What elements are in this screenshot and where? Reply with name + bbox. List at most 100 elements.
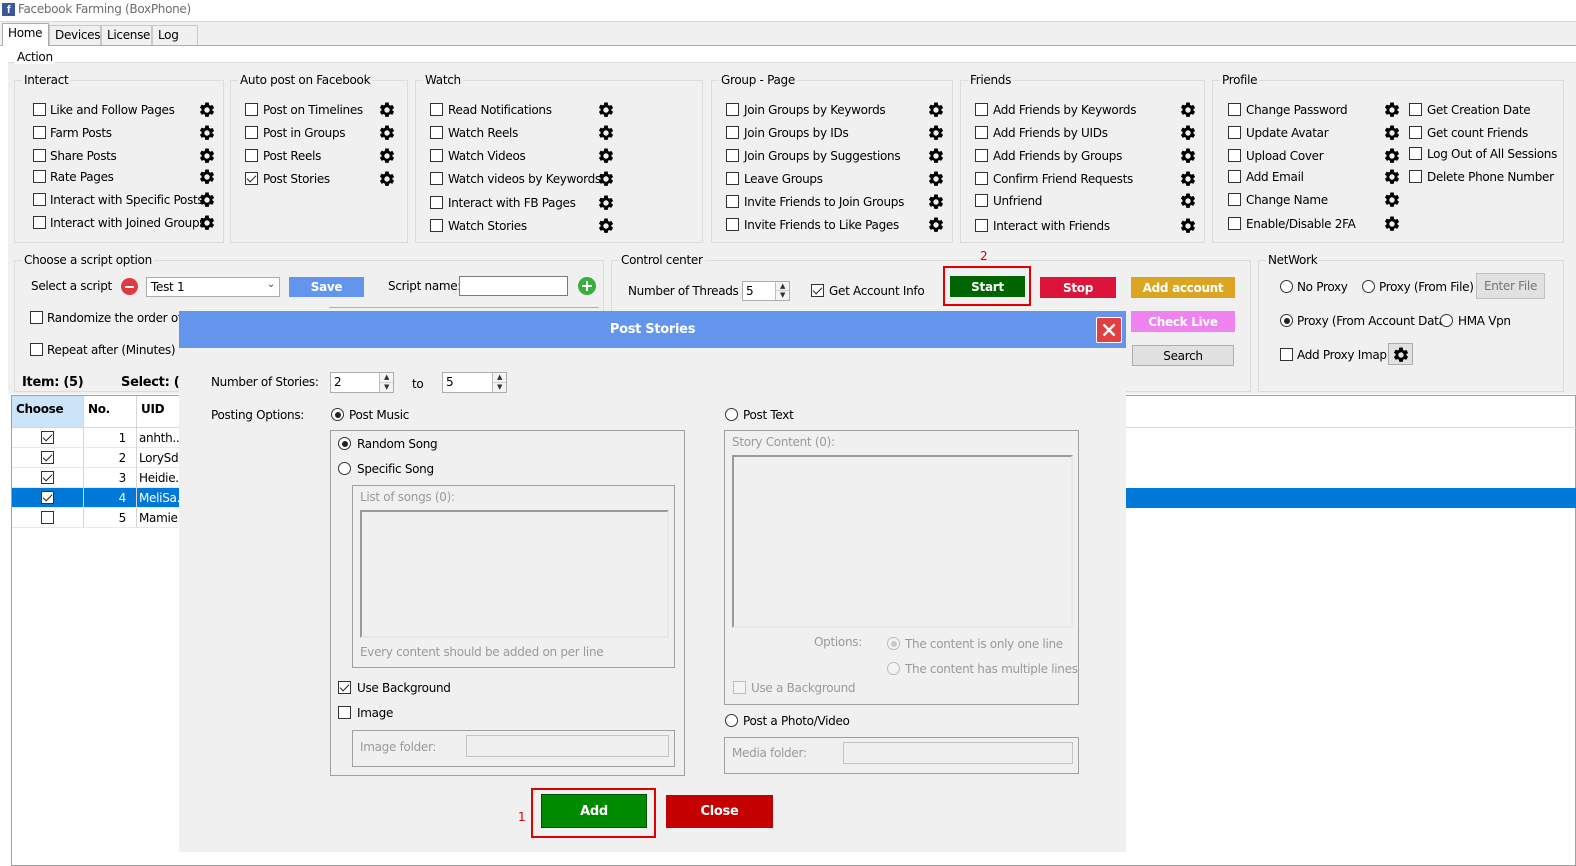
enter-file-button[interactable]: Enter File bbox=[1476, 273, 1545, 299]
profile-left-checkbox-3[interactable] bbox=[1228, 149, 1241, 162]
gear-icon[interactable] bbox=[378, 170, 396, 188]
interact-checkbox-2[interactable] bbox=[33, 126, 46, 139]
script-select[interactable]: Test 1 ⌄ bbox=[146, 277, 280, 297]
script-name-input[interactable] bbox=[459, 276, 568, 296]
group-page-checkbox-4[interactable] bbox=[726, 172, 739, 185]
autopost-checkbox-4[interactable] bbox=[245, 172, 258, 185]
gear-icon[interactable] bbox=[597, 170, 615, 188]
gear-icon[interactable] bbox=[597, 124, 615, 142]
hma-vpn-radio[interactable] bbox=[1440, 314, 1453, 327]
gear-icon[interactable] bbox=[1383, 124, 1401, 142]
profile-left-checkbox-6[interactable] bbox=[1228, 217, 1241, 230]
gear-icon[interactable] bbox=[1383, 215, 1401, 233]
gear-icon[interactable] bbox=[927, 147, 945, 165]
gear-icon[interactable] bbox=[597, 147, 615, 165]
gear-icon[interactable] bbox=[378, 147, 396, 165]
tab-license[interactable]: License bbox=[101, 25, 152, 45]
one-line-radio[interactable] bbox=[887, 637, 900, 650]
media-folder-input[interactable] bbox=[843, 742, 1073, 764]
group-page-checkbox-1[interactable] bbox=[726, 103, 739, 116]
profile-right-checkbox-3[interactable] bbox=[1409, 147, 1422, 160]
post-photo-radio[interactable] bbox=[725, 714, 738, 727]
friends-checkbox-3[interactable] bbox=[975, 149, 988, 162]
autopost-checkbox-1[interactable] bbox=[245, 103, 258, 116]
add-proxy-checkbox[interactable] bbox=[1280, 348, 1293, 361]
group-page-checkbox-2[interactable] bbox=[726, 126, 739, 139]
post-music-radio[interactable] bbox=[331, 408, 344, 421]
friends-checkbox-2[interactable] bbox=[975, 126, 988, 139]
row-checkbox[interactable] bbox=[41, 431, 54, 444]
gear-icon[interactable] bbox=[1179, 124, 1197, 142]
interact-checkbox-3[interactable] bbox=[33, 149, 46, 162]
row-checkbox[interactable] bbox=[41, 511, 54, 524]
autopost-checkbox-2[interactable] bbox=[245, 126, 258, 139]
random-song-radio[interactable] bbox=[338, 437, 351, 450]
choose-cell[interactable] bbox=[12, 448, 84, 468]
proxy-file-radio[interactable] bbox=[1362, 280, 1375, 293]
gear-icon[interactable] bbox=[378, 124, 396, 142]
story-content-textarea[interactable] bbox=[732, 455, 1073, 628]
gear-icon[interactable] bbox=[378, 101, 396, 119]
gear-icon[interactable] bbox=[927, 101, 945, 119]
watch-checkbox-6[interactable] bbox=[430, 219, 443, 232]
autopost-checkbox-3[interactable] bbox=[245, 149, 258, 162]
friends-checkbox-6[interactable] bbox=[975, 219, 988, 232]
watch-checkbox-1[interactable] bbox=[430, 103, 443, 116]
profile-left-checkbox-1[interactable] bbox=[1228, 103, 1241, 116]
watch-checkbox-3[interactable] bbox=[430, 149, 443, 162]
group-page-checkbox-5[interactable] bbox=[726, 195, 739, 208]
remove-script-icon[interactable] bbox=[121, 278, 138, 295]
gear-icon[interactable] bbox=[198, 191, 216, 209]
profile-left-checkbox-4[interactable] bbox=[1228, 170, 1241, 183]
interact-checkbox-5[interactable] bbox=[33, 193, 46, 206]
profile-right-checkbox-2[interactable] bbox=[1409, 126, 1422, 139]
friends-checkbox-4[interactable] bbox=[975, 172, 988, 185]
group-page-checkbox-6[interactable] bbox=[726, 218, 739, 231]
gear-icon[interactable] bbox=[1179, 217, 1197, 235]
watch-checkbox-2[interactable] bbox=[430, 126, 443, 139]
num-stories-from[interactable]: 2 ▲ ▼ bbox=[330, 372, 394, 393]
add-account-button[interactable]: Add account bbox=[1131, 277, 1235, 298]
gear-icon[interactable] bbox=[1179, 170, 1197, 188]
watch-checkbox-5[interactable] bbox=[430, 196, 443, 209]
choose-cell[interactable] bbox=[12, 428, 84, 448]
choose-cell[interactable] bbox=[12, 488, 84, 508]
save-button[interactable]: Save bbox=[289, 277, 364, 297]
gear-icon[interactable] bbox=[1383, 147, 1401, 165]
gear-icon[interactable] bbox=[1179, 147, 1197, 165]
interact-checkbox-4[interactable] bbox=[33, 170, 46, 183]
group-page-checkbox-3[interactable] bbox=[726, 149, 739, 162]
row-checkbox[interactable] bbox=[41, 491, 54, 504]
profile-right-checkbox-1[interactable] bbox=[1409, 103, 1422, 116]
close-button[interactable]: Close bbox=[666, 795, 773, 828]
choose-cell[interactable] bbox=[12, 468, 84, 488]
use-a-background-checkbox[interactable] bbox=[733, 681, 746, 694]
gear-icon[interactable] bbox=[198, 147, 216, 165]
gear-icon[interactable] bbox=[1179, 101, 1197, 119]
specific-song-radio[interactable] bbox=[338, 462, 351, 475]
add-button[interactable]: Add bbox=[541, 794, 647, 828]
image-checkbox[interactable] bbox=[338, 706, 351, 719]
choose-cell[interactable] bbox=[12, 508, 84, 528]
image-folder-input[interactable] bbox=[466, 735, 669, 757]
add-script-icon[interactable] bbox=[578, 277, 596, 295]
dialog-close-icon[interactable] bbox=[1096, 317, 1122, 343]
row-checkbox[interactable] bbox=[41, 451, 54, 464]
friends-checkbox-5[interactable] bbox=[975, 194, 988, 207]
header-choose[interactable]: Choose bbox=[12, 396, 84, 427]
gear-icon[interactable] bbox=[927, 216, 945, 234]
repeat-checkbox[interactable] bbox=[30, 343, 43, 356]
start-button[interactable]: Start bbox=[950, 276, 1025, 297]
profile-left-checkbox-2[interactable] bbox=[1228, 126, 1241, 139]
watch-checkbox-4[interactable] bbox=[430, 172, 443, 185]
profile-right-checkbox-4[interactable] bbox=[1409, 170, 1422, 183]
gear-icon[interactable] bbox=[198, 214, 216, 232]
gear-icon[interactable] bbox=[927, 124, 945, 142]
threads-stepper[interactable]: ▲ ▼ bbox=[775, 282, 789, 300]
songs-textarea[interactable] bbox=[360, 510, 669, 638]
friends-checkbox-1[interactable] bbox=[975, 103, 988, 116]
gear-icon[interactable] bbox=[597, 101, 615, 119]
use-background-checkbox[interactable] bbox=[338, 681, 351, 694]
tab-home[interactable]: Home bbox=[2, 23, 49, 46]
gear-icon[interactable] bbox=[927, 193, 945, 211]
